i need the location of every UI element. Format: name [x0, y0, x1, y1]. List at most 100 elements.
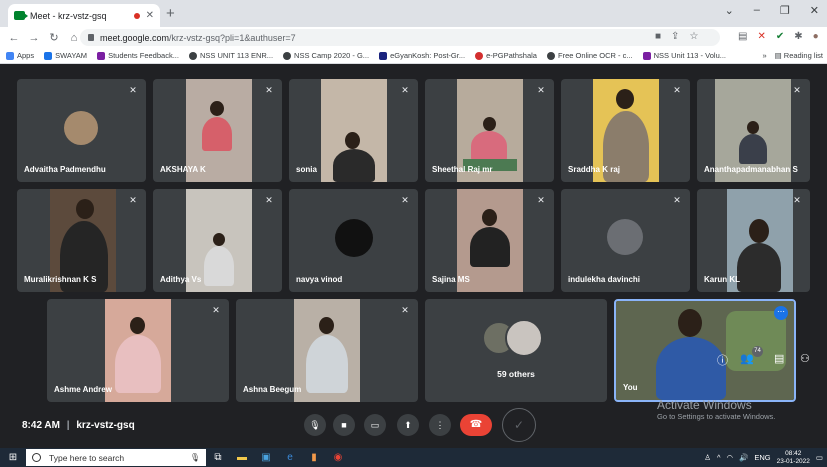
mic-off-icon: ✕	[401, 85, 409, 95]
bookmark-item[interactable]: Students Feedback...	[97, 51, 179, 60]
participant-tile[interactable]: ✕ AKSHAYA K	[153, 79, 282, 182]
bookmark-item[interactable]: NSS Camp 2020 - G...	[283, 51, 369, 60]
captions-icon: ▭	[370, 420, 380, 430]
participant-video	[294, 299, 360, 402]
bookmark-item[interactable]: e-PGPathshala	[475, 51, 537, 60]
notifications-icon[interactable]: ▭	[816, 453, 823, 462]
egyankosh-icon	[379, 51, 388, 60]
participant-tile[interactable]: ✕ Adithya Vs	[153, 189, 282, 292]
leave-call-button[interactable]: ☎	[460, 414, 492, 436]
url-host: meet.google.com	[100, 32, 170, 43]
participant-tile[interactable]: ✕ Ashme Andrew	[47, 299, 229, 402]
captions-button[interactable]: ▭	[364, 414, 386, 436]
others-tile[interactable]: 59 others	[425, 299, 607, 402]
minimize-button[interactable]: –	[754, 4, 760, 17]
meeting-details: 8:42 AM | krz-vstz-gsq	[22, 420, 135, 431]
share-icon[interactable]: ⇪	[671, 31, 679, 42]
window-controls: ⌄ – ❐ ✕	[725, 4, 819, 17]
start-button[interactable]: ⊞	[0, 448, 26, 467]
mic-off-icon: ✕	[673, 195, 681, 205]
activities-icon[interactable]: ⚇	[800, 352, 810, 365]
bookmarks-more-button[interactable]: »	[762, 51, 766, 60]
activate-windows-watermark: Activate Windows Go to Settings to activ…	[657, 398, 776, 421]
meeting-time: 8:42 AM	[22, 420, 60, 431]
bookmark-item[interactable]: SWAYAM	[44, 51, 87, 60]
tab-meet[interactable]: Meet - krz-vstz-gsq ✕	[8, 4, 160, 27]
cortana-icon	[32, 453, 41, 462]
tab-strip: Meet - krz-vstz-gsq ✕ + ⌄ – ❐ ✕	[0, 0, 827, 27]
participant-tile[interactable]: ✕ Sajina MS	[425, 189, 554, 292]
taskbar-search[interactable]: Type here to search 🎙	[26, 449, 206, 466]
bookmarks-bar: Apps SWAYAM Students Feedback... NSS UNI…	[0, 48, 827, 64]
extension-check-icon[interactable]: ✔	[776, 31, 784, 42]
camera-in-use-icon[interactable]: ■	[655, 31, 661, 42]
mic-off-icon: ✕	[212, 305, 220, 315]
participant-name: Muralikrishnan K S	[24, 275, 97, 284]
chat-icon[interactable]: ▤	[774, 352, 784, 365]
participant-tile[interactable]: ✕ navya vinod	[289, 189, 418, 292]
participant-name: AKSHAYA K	[160, 165, 206, 174]
tab-close-icon[interactable]: ✕	[146, 10, 154, 21]
participant-tile[interactable]: ✕ Ashna Beegum	[236, 299, 418, 402]
participant-tile[interactable]: ✕ Sraddha K raj	[561, 79, 690, 182]
extension-icon[interactable]: ▤	[738, 31, 747, 42]
omnibox-actions: ■ ⇪ ☆	[655, 31, 698, 42]
forms-icon	[642, 51, 651, 60]
reload-icon[interactable]: ↻	[48, 31, 60, 44]
new-tab-button[interactable]: +	[166, 6, 175, 21]
present-button[interactable]: ⬆	[397, 414, 419, 436]
file-icon[interactable]: ▮	[302, 448, 326, 467]
restore-button[interactable]: ❐	[780, 4, 790, 17]
bookmark-item[interactable]: NSS Unit 113 - Volu...	[642, 51, 726, 60]
chrome-icon[interactable]: ◉	[326, 448, 350, 467]
mic-button[interactable]: 🎙	[304, 414, 326, 436]
tab-search-icon[interactable]: ⌄	[725, 4, 734, 17]
people-tray-icon[interactable]: ♙	[704, 453, 711, 462]
participant-tile[interactable]: ✕ Ananthapadmanabhan S	[697, 79, 810, 182]
info-icon[interactable]: ⓘ	[717, 352, 728, 368]
language-indicator[interactable]: ENG	[754, 453, 770, 462]
taskbar-clock[interactable]: 08:42 23-01-2022	[777, 450, 810, 465]
bookmark-item[interactable]: NSS UNIT 113 ENR...	[188, 51, 273, 60]
swayam-icon	[44, 51, 53, 60]
participant-name: navya vinod	[296, 275, 343, 284]
volume-icon[interactable]: 🔊	[739, 453, 748, 462]
more-options-icon[interactable]: ⋯	[774, 306, 788, 320]
windows-logo-icon: ⊞	[8, 452, 18, 463]
more-options-button[interactable]: ⋮	[429, 414, 451, 436]
chevron-up-icon[interactable]: ^	[717, 453, 721, 462]
close-window-button[interactable]: ✕	[810, 4, 819, 17]
participant-avatar	[607, 219, 643, 255]
mic-off-icon: ✕	[537, 85, 545, 95]
puzzle-icon[interactable]: ✱	[794, 31, 802, 42]
back-icon[interactable]: ←	[8, 32, 20, 44]
edge-icon[interactable]: e	[278, 448, 302, 467]
camera-button[interactable]: ■	[333, 414, 355, 436]
ocr-icon	[546, 51, 555, 60]
raise-hand-button[interactable]: ✓	[502, 408, 536, 442]
extension-x-icon[interactable]: ✕	[757, 31, 765, 42]
explorer-icon[interactable]: ▬	[230, 448, 254, 467]
participant-tile[interactable]: ✕ Sheethal Raj mr	[425, 79, 554, 182]
participant-tile[interactable]: ✕ Advaitha Padmendhu	[17, 79, 146, 182]
wifi-icon[interactable]: ◠	[727, 453, 734, 462]
self-tile[interactable]: ⋯ You	[614, 299, 796, 402]
reading-list-button[interactable]: ▤ Reading list	[775, 51, 823, 60]
bookmark-item[interactable]: Apps	[6, 51, 34, 60]
hand-icon: ✓	[513, 418, 525, 432]
address-bar[interactable]: meet.google.com/krz-vstz-gsq?pli=1&authu…	[80, 29, 720, 46]
bookmark-item[interactable]: eGyanKosh: Post-Gr...	[379, 51, 465, 60]
profile-avatar-icon[interactable]: ●	[813, 31, 819, 42]
forward-icon[interactable]: →	[28, 32, 40, 44]
participant-tile[interactable]: ✕ Muralikrishnan K S	[17, 189, 146, 292]
store-icon[interactable]: ▣	[254, 448, 278, 467]
home-icon[interactable]: ⌂	[68, 32, 80, 44]
task-view-icon[interactable]: ⧉	[206, 448, 230, 467]
participant-tile[interactable]: ✕ Karun KL	[697, 189, 810, 292]
bookmark-item[interactable]: Free Online OCR - c...	[546, 51, 633, 60]
participant-tile[interactable]: ✕ sonia	[289, 79, 418, 182]
meet-stage: ✕ Advaitha Padmendhu ✕ AKSHAYA K ✕ sonia…	[0, 64, 827, 448]
participant-tile[interactable]: ✕ indulekha davinchi	[561, 189, 690, 292]
tab-title: Meet - krz-vstz-gsq	[30, 10, 107, 21]
bookmark-star-icon[interactable]: ☆	[689, 31, 698, 42]
